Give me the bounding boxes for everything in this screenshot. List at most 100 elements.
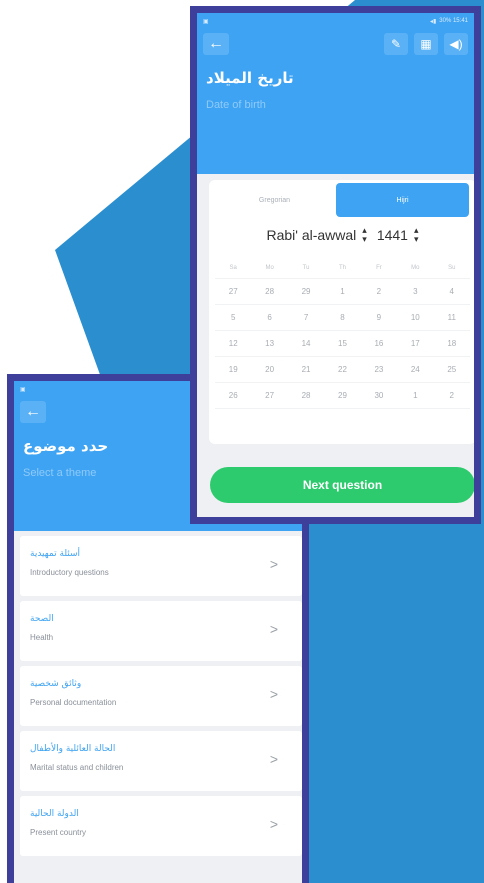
calendar-day[interactable]: 15 [324, 330, 361, 357]
calendar-day[interactable]: 11 [433, 304, 470, 331]
calendar-week: 27 28 29 1 2 3 4 [215, 278, 470, 305]
screenshot-canvas: ▣ ◂) ← حدد موضوع Select a theme أسئلة تم… [0, 0, 484, 883]
calendar-days: 27 28 29 1 2 3 4 5 6 7 8 9 10 11 12 13 14 15 16 17 18 19 20 21 2… [215, 278, 470, 409]
calendar-day[interactable]: 28 [251, 278, 288, 305]
toolbar-actions: ✎ ▦ ◀) [384, 33, 468, 55]
calendar-week: 5 6 7 8 9 10 11 [215, 304, 470, 331]
calendar-day[interactable]: 18 [433, 330, 470, 357]
month-select[interactable]: Rabi' al-awwal ▴ ▾ [266, 226, 366, 244]
battery-time: 30% 15:41 [439, 18, 468, 24]
list-item[interactable]: الحالة العائلية والأطفال Marital status a… [20, 731, 302, 791]
item-title-ar: الدولة الحالية [30, 809, 79, 819]
calendar-day[interactable]: 9 [360, 304, 398, 331]
weekday-label: Fr [360, 258, 398, 279]
weekday-label: Mo [251, 258, 288, 279]
gallery-status-icon: ▣ [20, 386, 26, 393]
item-title-en: Marital status and children [30, 763, 124, 772]
calendar-day[interactable]: 1 [397, 382, 434, 409]
item-title-en: Present country [30, 828, 87, 837]
calendar-day[interactable]: 17 [397, 330, 434, 357]
chevron-right-icon: > [269, 556, 278, 572]
chevron-right-icon: > [269, 621, 278, 637]
updown-arrows-icon: ▴ ▾ [413, 225, 419, 244]
item-title-ar: وثائق شخصية [30, 679, 82, 689]
calendar-day[interactable]: 16 [360, 330, 398, 357]
calendar-day[interactable]: 13 [251, 330, 288, 357]
month-value: Rabi' al-awwal [266, 227, 357, 243]
weekday-label: Mo [397, 258, 434, 279]
calendar-week: 12 13 14 15 16 17 18 [215, 330, 470, 357]
calendar-day[interactable]: 30 [360, 382, 398, 409]
calendar-day[interactable]: 29 [287, 278, 325, 305]
chevron-right-icon: > [269, 816, 278, 832]
calendar-day[interactable]: 2 [433, 382, 470, 409]
calendar-day[interactable]: 4 [433, 278, 470, 305]
theme-list: أسئلة تمهيدية Introductory questions > الصح… [20, 536, 302, 861]
calendar-grid: Sa Mo Tu Th Fr Mo Su 27 28 29 1 2 3 4 5 6 7 8 9 10 11 12 13 14… [215, 258, 470, 409]
weekday-label: Sa [215, 258, 252, 279]
calendar-day[interactable]: 22 [324, 356, 361, 383]
item-title-en: Health [30, 633, 54, 642]
calendar-day[interactable]: 2 [360, 278, 398, 305]
calendar-day[interactable]: 27 [251, 382, 288, 409]
weekday-label: Su [433, 258, 470, 279]
calendar-day[interactable]: 19 [215, 356, 252, 383]
year-select[interactable]: 1441 ▴ ▾ [377, 226, 419, 244]
signal-icon: ◂▮ [429, 18, 437, 25]
calendar-day[interactable]: 24 [397, 356, 434, 383]
speaker-icon[interactable]: ◀) [444, 33, 468, 55]
calendar-day[interactable]: 26 [215, 382, 252, 409]
calendar-day[interactable]: 28 [287, 382, 325, 409]
list-item[interactable]: وثائق شخصية Personal documentation > [20, 666, 302, 726]
calendar-day[interactable]: 10 [397, 304, 434, 331]
calendar-day[interactable]: 25 [433, 356, 470, 383]
calendar-day[interactable]: 14 [287, 330, 325, 357]
weekday-label: Th [324, 258, 361, 279]
next-question-button[interactable]: Next question [210, 467, 474, 503]
chevron-right-icon: > [269, 751, 278, 767]
calendar-day[interactable]: 5 [215, 304, 252, 331]
tab-hijri[interactable]: Hijri [336, 183, 469, 217]
calendar-week: 26 27 28 29 30 1 2 [215, 382, 470, 409]
weekday-label: Tu [287, 258, 325, 279]
item-title-ar: الصحة [30, 614, 54, 624]
calendar-day[interactable]: 12 [215, 330, 252, 357]
phone-date-screen: ▣ ◂▮ 30% 15:41 ← ✎ ▦ ◀) تاريخ الميلاد Da… [190, 6, 481, 524]
calendar-day[interactable]: 23 [360, 356, 398, 383]
weekday-header: Sa Mo Tu Th Fr Mo Su [215, 258, 470, 279]
calendar-day[interactable]: 29 [324, 382, 361, 409]
front-app-bar: ▣ ◂▮ 30% 15:41 ← ✎ ▦ ◀) تاريخ الميلاد Da… [197, 13, 474, 174]
calendar-day[interactable]: 27 [215, 278, 252, 305]
list-item[interactable]: أسئلة تمهيدية Introductory questions > [20, 536, 302, 596]
calendar-day[interactable]: 3 [397, 278, 434, 305]
updown-arrows-icon: ▴ ▾ [362, 225, 367, 244]
item-title-ar: أسئلة تمهيدية [30, 549, 81, 559]
tab-gregorian[interactable]: Gregorian [213, 183, 336, 217]
page-title: تاريخ الميلاد [206, 69, 294, 87]
calendar-day[interactable]: 1 [324, 278, 361, 305]
front-toolbar: ← ✎ ▦ ◀) [197, 29, 474, 59]
gallery-status-icon: ▣ [203, 18, 209, 25]
month-year-selectors: Rabi' al-awwal ▴ ▾ 1441 ▴ ▾ [209, 226, 474, 244]
back-arrow-icon[interactable]: ← [203, 33, 229, 55]
back-arrow-icon[interactable]: ← [20, 401, 46, 423]
calendar-week: 19 20 21 22 23 24 25 [215, 356, 470, 383]
calendar-day[interactable]: 20 [251, 356, 288, 383]
list-item[interactable]: الدولة الحالية Present country > [20, 796, 302, 856]
list-item[interactable]: الصحة Health > [20, 601, 302, 661]
calendar-day[interactable]: 8 [324, 304, 361, 331]
item-title-en: Introductory questions [30, 568, 109, 577]
edit-icon[interactable]: ✎ [384, 33, 408, 55]
chevron-right-icon: > [269, 686, 278, 702]
calendar-day[interactable]: 7 [287, 304, 325, 331]
status-indicators: ◂▮ 30% 15:41 [430, 18, 468, 25]
page-subtitle: Date of birth [206, 99, 266, 111]
item-title-en: Personal documentation [30, 698, 117, 707]
date-picker-card: Gregorian Hijri Rabi' al-awwal ▴ ▾ 1441 ▴… [209, 180, 474, 444]
calendar-day[interactable]: 21 [287, 356, 325, 383]
front-status-bar: ▣ ◂▮ 30% 15:41 [197, 13, 474, 29]
calendar-day[interactable]: 6 [251, 304, 288, 331]
year-value: 1441 [376, 227, 408, 243]
calendar-icon[interactable]: ▦ [414, 33, 438, 55]
item-title-ar: الحالة العائلية والأطفال [30, 744, 116, 754]
